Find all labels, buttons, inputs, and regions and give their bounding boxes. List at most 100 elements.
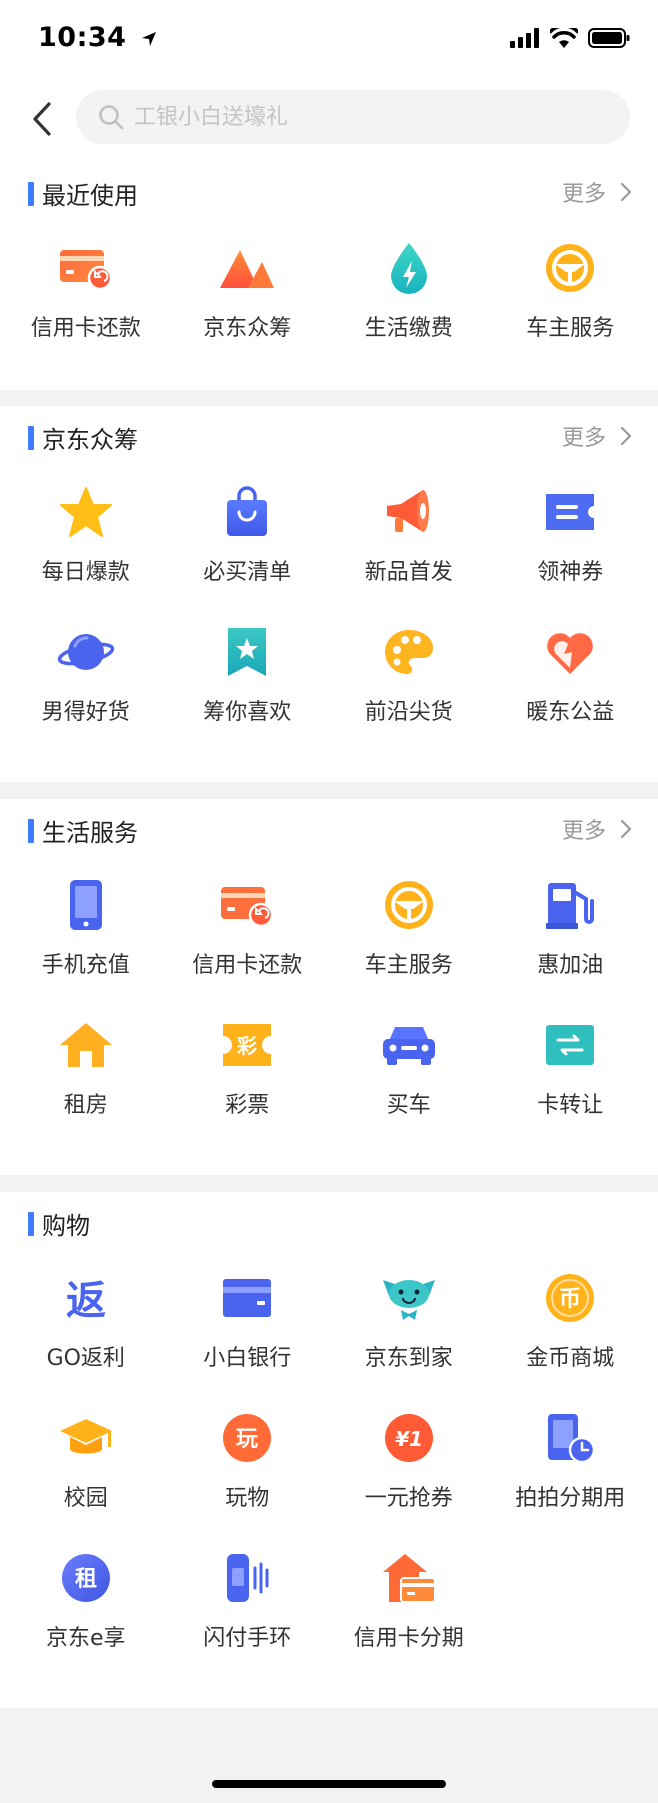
grid-item-card-transfer[interactable]: 卡转让 — [490, 1011, 652, 1151]
heart-icon — [540, 622, 600, 682]
lottery-glyph: 彩 — [236, 1034, 257, 1058]
star-icon — [56, 482, 116, 542]
grid-item-car-owner[interactable]: 车主服务 — [490, 234, 652, 374]
chevron-right-icon — [620, 426, 632, 446]
section-accent-bar — [28, 426, 34, 450]
phone-icon — [56, 875, 116, 935]
grid-item-label: 闪付手环 — [203, 1626, 292, 1651]
grid-item-coupon[interactable]: 领神券 — [490, 478, 652, 618]
section-life-services: 生活服务 更多 手机充值 信用卡还款 车主服务 惠加油 租房 彩 彩票 买车 卡… — [0, 799, 658, 1175]
more-label: 更多 — [561, 819, 606, 844]
search-icon — [99, 105, 124, 130]
grid-item-new-launch[interactable]: 新品首发 — [328, 478, 490, 618]
grid-item-paipai-installment[interactable]: 拍拍分期用 — [490, 1404, 652, 1544]
grid-item-label: 玩物 — [225, 1486, 270, 1511]
grid-item-label: 车主服务 — [364, 953, 453, 978]
grid-item-campus[interactable]: 校园 — [5, 1404, 167, 1544]
grid-item-toys[interactable]: 玩 玩物 — [167, 1404, 329, 1544]
card-home-icon — [379, 1548, 439, 1608]
car-icon — [379, 1015, 439, 1075]
play-glyph: 玩 — [236, 1427, 258, 1452]
back-button[interactable] — [22, 94, 62, 144]
grid-item-car-owner[interactable]: 车主服务 — [328, 871, 490, 1011]
section-title: 生活服务 — [42, 819, 138, 847]
grid-item-utility[interactable]: 生活缴费 — [328, 234, 490, 374]
section-title: 京东众筹 — [42, 426, 138, 454]
grid-item-label: 暖东公益 — [526, 700, 615, 725]
grid-item-charity[interactable]: 暖东公益 — [490, 618, 652, 758]
grid-item-daily-hot[interactable]: 每日爆款 — [5, 478, 167, 618]
phone-clock-icon — [540, 1408, 600, 1468]
steering-wheel-icon — [379, 875, 439, 935]
grid-item-label: 一元抢券 — [364, 1486, 453, 1511]
grid-item-label: 京东众筹 — [203, 316, 292, 341]
grid-item-xiaobai-bank[interactable]: 小白银行 — [167, 1264, 329, 1404]
grid-item-go-rebate[interactable]: 返 GO返利 — [5, 1264, 167, 1404]
grid-item-frontier[interactable]: 前沿尖货 — [328, 618, 490, 758]
grid-item-gold-mall[interactable]: 币 金币商城 — [490, 1264, 652, 1404]
grid-item-must-buy[interactable]: 必买清单 — [167, 478, 329, 618]
home-indicator — [212, 1780, 446, 1788]
grid-item-rent-house[interactable]: 租房 — [5, 1011, 167, 1151]
header — [0, 80, 658, 162]
grid-item-label: GO返利 — [46, 1346, 125, 1371]
more-link[interactable]: 更多 — [562, 813, 632, 845]
grid-item-label: 京东e享 — [45, 1626, 126, 1651]
grid-item-jd-home[interactable]: 京东到家 — [328, 1264, 490, 1404]
grid-item-mens-goods[interactable]: 男得好货 — [5, 618, 167, 758]
grid-item-label: 惠加油 — [537, 953, 604, 978]
more-link[interactable]: 更多 — [562, 176, 632, 208]
icon-grid: 手机充值 信用卡还款 车主服务 惠加油 租房 彩 彩票 买车 卡转让 — [0, 871, 658, 1151]
more-link[interactable]: 更多 — [562, 420, 632, 452]
grid-item-label: 买车 — [386, 1093, 431, 1118]
gas-pump-icon — [540, 875, 600, 935]
shopping-bag-icon — [217, 482, 277, 542]
grid-item-fuel[interactable]: 惠加油 — [490, 871, 652, 1011]
chevron-right-icon — [620, 819, 632, 839]
rebate-glyph: 返 — [66, 1278, 106, 1324]
grid-item-credit-card-repay[interactable]: 信用卡还款 — [5, 234, 167, 374]
grid-item-label: 领神券 — [537, 560, 604, 585]
dog-mascot-icon — [379, 1268, 439, 1328]
grid-item-card-installment[interactable]: 信用卡分期 — [328, 1544, 490, 1684]
grid-item-label: 生活缴费 — [364, 316, 453, 341]
grid-item-you-like[interactable]: 筹你喜欢 — [167, 618, 329, 758]
bookmark-star-icon — [217, 622, 277, 682]
grid-item-label: 必买清单 — [203, 560, 292, 585]
grid-item-crowdfund[interactable]: 京东众筹 — [167, 234, 329, 374]
grid-item-label: 男得好货 — [41, 700, 130, 725]
credit-card-repay-icon — [56, 238, 116, 298]
search-box[interactable] — [76, 90, 630, 144]
graduation-cap-icon — [56, 1408, 116, 1468]
grid-item-buy-car[interactable]: 买车 — [328, 1011, 490, 1151]
wifi-icon — [550, 28, 578, 48]
icon-grid: 返 GO返利 小白银行 京东到家 币 金币商城 校园 玩 玩物 ¥1 一元抢券 … — [0, 1264, 658, 1684]
section-title: 购物 — [42, 1212, 90, 1240]
cellular-signal-icon — [510, 28, 539, 48]
section-header: 最近使用 更多 — [0, 162, 658, 234]
grid-item-label: 卡转让 — [537, 1093, 604, 1118]
grid-item-label: 车主服务 — [526, 316, 615, 341]
grid-item-wristband[interactable]: 闪付手环 — [167, 1544, 329, 1684]
section-accent-bar — [28, 1212, 34, 1236]
section-accent-bar — [28, 819, 34, 843]
search-input[interactable] — [134, 104, 574, 130]
grid-item-label: 信用卡还款 — [192, 953, 303, 978]
grid-item-lottery[interactable]: 彩 彩票 — [167, 1011, 329, 1151]
palette-icon — [379, 622, 439, 682]
grid-item-one-yuan-coupon[interactable]: ¥1 一元抢券 — [328, 1404, 490, 1544]
grid-item-label: 信用卡分期 — [353, 1626, 464, 1651]
rent-badge-icon: 租 — [56, 1548, 116, 1608]
yuan-coupon-icon: ¥1 — [379, 1408, 439, 1468]
section-header: 购物 — [0, 1192, 658, 1264]
coupon-ticket-icon — [540, 482, 600, 542]
battery-icon — [588, 28, 630, 48]
grid-item-jd-eshare[interactable]: 租 京东e享 — [5, 1544, 167, 1684]
card-transfer-icon — [540, 1015, 600, 1075]
grid-item-phone-topup[interactable]: 手机充值 — [5, 871, 167, 1011]
lottery-icon: 彩 — [217, 1015, 277, 1075]
grid-item-label: 筹你喜欢 — [203, 700, 292, 725]
more-label: 更多 — [561, 182, 606, 207]
grid-item-label: 前沿尖货 — [364, 700, 453, 725]
grid-item-credit-card-repay[interactable]: 信用卡还款 — [167, 871, 329, 1011]
